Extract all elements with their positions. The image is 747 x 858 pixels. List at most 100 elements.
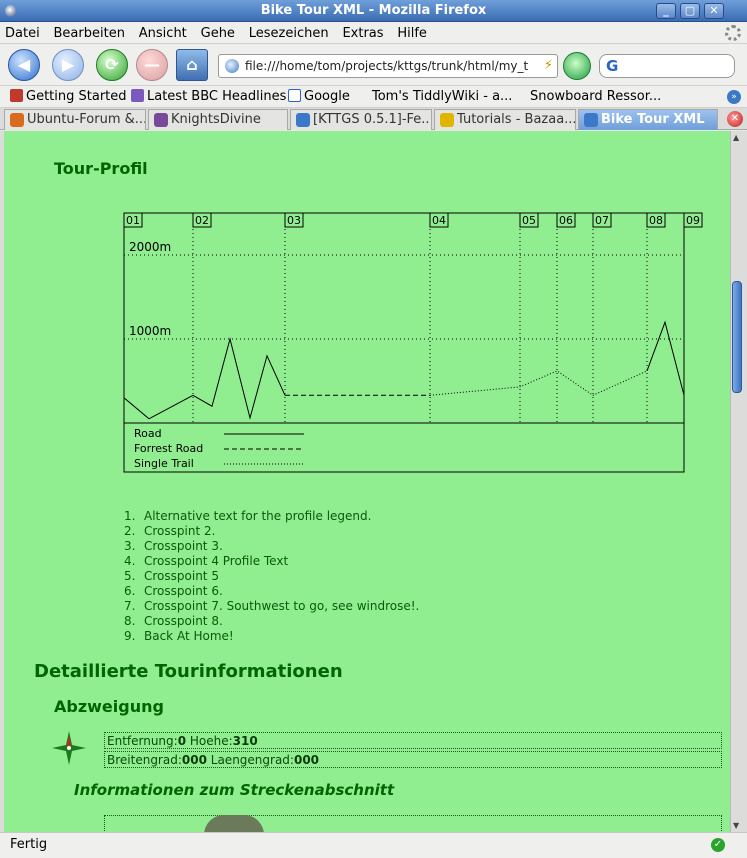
tab-kttgs[interactable]: [KTTGS 0.5.1]-Fe... [290, 109, 432, 130]
profile-series-line [429, 370, 648, 396]
back-arrow-icon: ◀ [17, 55, 31, 74]
tab-label: Ubuntu-Forum &... [27, 112, 146, 127]
x-marker-label: 01 [126, 214, 140, 227]
profile-series-line [646, 320, 685, 396]
close-window-button[interactable]: ✕ [704, 3, 724, 19]
segment-image [204, 815, 264, 832]
bookmark-google[interactable]: Google [288, 89, 350, 104]
legend-label: Road [134, 427, 162, 440]
crosspoint-number: 4. [124, 554, 136, 568]
crosspoint-item: 7. Crosspoint 7. Southwest to go, see win… [124, 599, 419, 614]
crosspoint-number: 1. [124, 509, 136, 523]
minimize-button[interactable]: _ [656, 3, 676, 19]
window-title: Bike Tour XML - Mozilla Firefox [260, 3, 487, 18]
crosspoint-item: 6. Crosspoint 6. [124, 584, 419, 599]
crosspoint-text: Crosspoint 7. Southwest to go, see windr… [144, 599, 420, 613]
menu-lesezeichen[interactable]: Lesezeichen [244, 22, 334, 41]
url-input[interactable]: file:///home/tom/projects/kttgs/trunk/ht… [245, 59, 545, 73]
reload-icon: ⟳ [105, 55, 119, 74]
segment-info-box [104, 815, 722, 832]
crosspoint-item: 8. Crosspoint 8. [124, 614, 419, 629]
home-button[interactable]: ⌂ [176, 49, 208, 81]
back-button[interactable]: ◀ [8, 49, 40, 81]
menu-bearbeiten[interactable]: Bearbeiten [49, 22, 130, 41]
tab-label: Tutorials - Bazaa... [457, 112, 576, 127]
crosspoint-number: 7. [124, 599, 136, 613]
bookmark-label: Getting Started [26, 89, 127, 104]
height-label: Hoehe: [186, 734, 233, 748]
tab-label: Bike Tour XML [601, 112, 705, 127]
tab-tutorials[interactable]: Tutorials - Bazaa... [434, 109, 576, 130]
bookmark-snowboard[interactable]: Snowboard Ressor... [530, 89, 661, 104]
throbber-icon [725, 25, 741, 41]
x-marker-label: 06 [559, 214, 573, 227]
navigation-toolbar: ◀ ▶ ⟳ — ⌂ file:///home/tom/projects/kttg… [0, 44, 747, 86]
google-search-icon[interactable]: G [606, 57, 618, 75]
rss-feed-icon[interactable]: ⚡ [544, 58, 553, 73]
crosspoint-number: 6. [124, 584, 136, 598]
window-border-right [743, 131, 747, 832]
tab-label: KnightsDivine [171, 112, 261, 127]
latitude-value: 000 [181, 753, 207, 767]
crosspoint-item: 1. Alternative text for the profile legen… [124, 509, 419, 524]
x-marker-label: 03 [287, 214, 301, 227]
details-heading: Detaillierte Tourinformationen [34, 661, 343, 682]
distance-label: Entfernung: [107, 734, 178, 748]
warning-icon [440, 113, 454, 127]
longitude-value: 000 [293, 753, 320, 767]
crosspoint-text: Alternative text for the profile legend. [144, 509, 372, 523]
close-tab-icon[interactable]: ✕ [727, 111, 743, 127]
info-distance-height: Entfernung:0 Hoehe:310 [104, 732, 722, 749]
scroll-down-arrow-icon[interactable]: ▼ [733, 821, 739, 830]
menu-hilfe[interactable]: Hilfe [392, 22, 432, 41]
profile-series-line [123, 337, 286, 420]
page-favicon-icon [225, 59, 239, 73]
page-icon [296, 113, 310, 127]
reload-button[interactable]: ⟳ [96, 49, 128, 81]
forward-button[interactable]: ▶ [52, 49, 84, 81]
bookmark-bbc[interactable]: Latest BBC Headlines [131, 89, 286, 104]
crosspoint-number: 2. [124, 524, 136, 538]
url-bar[interactable]: file:///home/tom/projects/kttgs/trunk/ht… [218, 54, 558, 78]
bookmark-label: Google [304, 89, 350, 104]
y-tick-label: 1000m [129, 324, 171, 338]
crosspoint-number: 8. [124, 614, 136, 628]
tab-bike-tour-xml[interactable]: Bike Tour XML [578, 109, 718, 130]
vertical-scrollbar[interactable]: ▲ ▼ [730, 131, 743, 832]
x-marker-label: 07 [595, 214, 609, 227]
knightsdivine-icon [154, 113, 168, 127]
bookmark-tiddlywiki[interactable]: Tom's TiddlyWiki - a... [372, 89, 512, 104]
x-marker-label: 08 [649, 214, 663, 227]
branch-heading: Abzweigung [54, 697, 164, 716]
menu-ansicht[interactable]: Ansicht [134, 22, 192, 41]
search-input[interactable]: G [599, 54, 735, 78]
crosspoint-text: Crosspoint 3. [144, 539, 223, 553]
scrollbar-thumb[interactable] [732, 281, 742, 393]
status-bar: Fertig ✓ [0, 832, 747, 858]
crosspoint-number: 9. [124, 629, 136, 643]
scroll-up-arrow-icon[interactable]: ▲ [733, 133, 739, 142]
bookmark-getting-started[interactable]: Getting Started [10, 89, 127, 104]
crosspoint-text: Crosspoint 6. [144, 584, 223, 598]
tab-knightsdivine[interactable]: KnightsDivine [148, 109, 288, 130]
status-text: Fertig [10, 837, 48, 852]
crosspoint-number: 5. [124, 569, 136, 583]
crosspoint-text: Crosspint 2. [144, 524, 216, 538]
menu-extras[interactable]: Extras [337, 22, 388, 41]
tab-ubuntu-forum[interactable]: Ubuntu-Forum &... [4, 109, 146, 130]
menu-bar: Datei Bearbeiten Ansicht Gehe Lesezeiche… [0, 22, 747, 44]
maximize-button[interactable]: ▢ [680, 3, 700, 19]
page-content: Tour-Profil 2000m 1000m 01 02 03 04 05 06 07 08 09… [4, 131, 730, 832]
bookmarks-more-icon[interactable]: » [727, 90, 741, 104]
segment-heading: Informationen zum Streckenabschnitt [74, 781, 395, 799]
stop-button[interactable]: — [136, 49, 168, 81]
window-titlebar: Bike Tour XML - Mozilla Firefox _ ▢ ✕ [0, 0, 747, 22]
longitude-label: Laengengrad: [206, 753, 294, 767]
go-button[interactable] [563, 52, 591, 80]
crosspoint-list: 1. Alternative text for the profile legen… [124, 509, 419, 644]
info-coordinates: Breitengrad:000 Laengengrad:000 [104, 751, 722, 768]
menu-datei[interactable]: Datei [0, 22, 45, 41]
menu-gehe[interactable]: Gehe [196, 22, 240, 41]
bookmark-label: Tom's TiddlyWiki - a... [372, 89, 513, 104]
bookmarks-toolbar: Getting Started Latest BBC Headlines Goo… [0, 86, 747, 108]
